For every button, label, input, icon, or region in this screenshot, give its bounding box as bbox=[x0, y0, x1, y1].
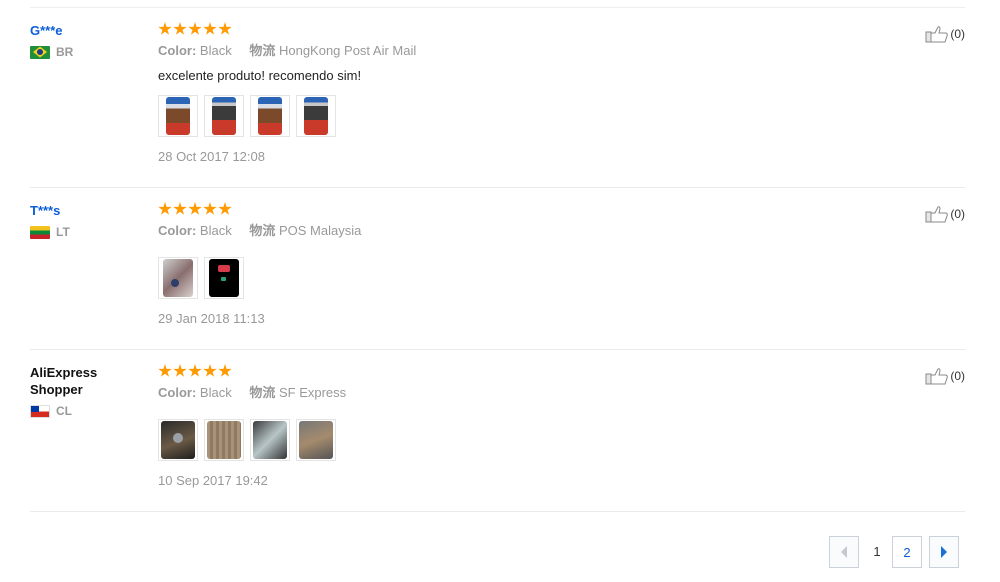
star-icon bbox=[203, 202, 217, 215]
review-photo-thumbnail[interactable] bbox=[158, 419, 198, 461]
review-photos bbox=[158, 95, 858, 137]
star-rating bbox=[158, 364, 858, 381]
review-photo-thumbnail[interactable] bbox=[204, 257, 244, 299]
color-label: Color: bbox=[158, 43, 197, 58]
star-icon bbox=[158, 364, 172, 377]
helpful-button[interactable]: (0) bbox=[925, 367, 965, 385]
shipping-value: HongKong Post Air Mail bbox=[278, 43, 417, 58]
review-content: Color: Black 物流 SF Express 10 Sep 2017 1… bbox=[158, 364, 858, 489]
review-date: 29 Jan 2018 11:13 bbox=[158, 311, 265, 326]
review-photo-thumbnail[interactable] bbox=[204, 95, 244, 137]
flag-br-icon bbox=[30, 45, 50, 59]
reviewer-info: T***s LT bbox=[30, 202, 150, 239]
star-icon bbox=[218, 202, 232, 215]
star-rating bbox=[158, 22, 858, 39]
reviewer-name[interactable]: T***s bbox=[30, 202, 150, 219]
country-code: CL bbox=[56, 404, 72, 418]
shipping-label: 物流 bbox=[249, 223, 276, 238]
star-icon bbox=[218, 22, 232, 35]
star-icon bbox=[188, 202, 202, 215]
reviewer-name[interactable]: G***e bbox=[30, 22, 150, 39]
shipping-label: 物流 bbox=[249, 385, 276, 400]
review-text: excelente produto! recomendo sim! bbox=[158, 68, 362, 83]
star-icon bbox=[158, 22, 172, 35]
chevron-left-icon bbox=[841, 546, 847, 558]
star-icon bbox=[173, 22, 187, 35]
review-date: 28 Oct 2017 12:08 bbox=[158, 149, 265, 164]
reviewer-country: BR bbox=[30, 45, 150, 59]
color-value: Black bbox=[199, 385, 232, 400]
chevron-right-icon bbox=[941, 546, 947, 558]
review-photo-thumbnail[interactable] bbox=[204, 419, 244, 461]
thumbs-up-icon bbox=[925, 26, 949, 43]
star-icon bbox=[173, 202, 187, 215]
color-value: Black bbox=[199, 43, 232, 58]
star-icon bbox=[188, 364, 202, 377]
review-photo-thumbnail[interactable] bbox=[250, 419, 290, 461]
review-item: T***s LT Color: Black 物流 POS Malaysia 29… bbox=[30, 188, 965, 350]
review-photo-thumbnail[interactable] bbox=[158, 95, 198, 137]
review-content: Color: Black 物流 POS Malaysia 29 Jan 2018… bbox=[158, 202, 858, 327]
star-icon bbox=[218, 364, 232, 377]
star-icon bbox=[158, 202, 172, 215]
prev-page-button[interactable] bbox=[829, 536, 859, 568]
country-code: LT bbox=[56, 225, 70, 239]
color-label: Color: bbox=[158, 223, 197, 238]
review-content: Color: Black 物流 HongKong Post Air Mail e… bbox=[158, 22, 858, 165]
reviewer-name: AliExpress Shopper bbox=[30, 365, 98, 397]
order-attributes: Color: Black 物流 POS Malaysia bbox=[158, 223, 858, 239]
helpful-button[interactable]: (0) bbox=[925, 25, 965, 43]
helpful-button[interactable]: (0) bbox=[925, 205, 965, 223]
reviewer-info: G***e BR bbox=[30, 22, 150, 59]
review-photo-thumbnail[interactable] bbox=[296, 419, 336, 461]
reviewer-country: LT bbox=[30, 225, 150, 239]
color-value: Black bbox=[199, 223, 232, 238]
review-date: 10 Sep 2017 19:42 bbox=[158, 473, 268, 488]
star-icon bbox=[203, 364, 217, 377]
flag-cl-icon bbox=[30, 404, 50, 418]
page-1-link[interactable]: 1 bbox=[862, 536, 892, 568]
star-icon bbox=[203, 22, 217, 35]
order-attributes: Color: Black 物流 SF Express bbox=[158, 385, 858, 401]
thumbs-up-icon bbox=[925, 206, 949, 223]
country-code: BR bbox=[56, 45, 74, 59]
order-attributes: Color: Black 物流 HongKong Post Air Mail bbox=[158, 43, 858, 59]
reviewer-country: CL bbox=[30, 404, 150, 418]
review-photo-thumbnail[interactable] bbox=[296, 95, 336, 137]
shipping-label: 物流 bbox=[249, 43, 276, 58]
review-photos bbox=[158, 419, 858, 461]
reviewer-info: AliExpress Shopper CL bbox=[30, 364, 150, 418]
helpful-count: (0) bbox=[950, 369, 965, 383]
review-photo-thumbnail[interactable] bbox=[250, 95, 290, 137]
helpful-count: (0) bbox=[950, 27, 965, 41]
next-page-button[interactable] bbox=[929, 536, 959, 568]
page-2-current[interactable]: 2 bbox=[892, 536, 922, 568]
review-photo-thumbnail[interactable] bbox=[158, 257, 198, 299]
thumbs-up-icon bbox=[925, 368, 949, 385]
review-photos bbox=[158, 257, 858, 299]
shipping-value: POS Malaysia bbox=[278, 223, 362, 238]
helpful-count: (0) bbox=[950, 207, 965, 221]
review-item: AliExpress Shopper CL Color: Black 物流 SF… bbox=[30, 350, 965, 512]
review-item: G***e BR Color: Black 物流 HongKong Post A… bbox=[30, 8, 965, 188]
flag-lt-icon bbox=[30, 225, 50, 239]
color-label: Color: bbox=[158, 385, 197, 400]
shipping-value: SF Express bbox=[278, 385, 347, 400]
star-icon bbox=[173, 364, 187, 377]
pagination: 1 2 bbox=[829, 536, 960, 568]
star-icon bbox=[188, 22, 202, 35]
star-rating bbox=[158, 202, 858, 219]
